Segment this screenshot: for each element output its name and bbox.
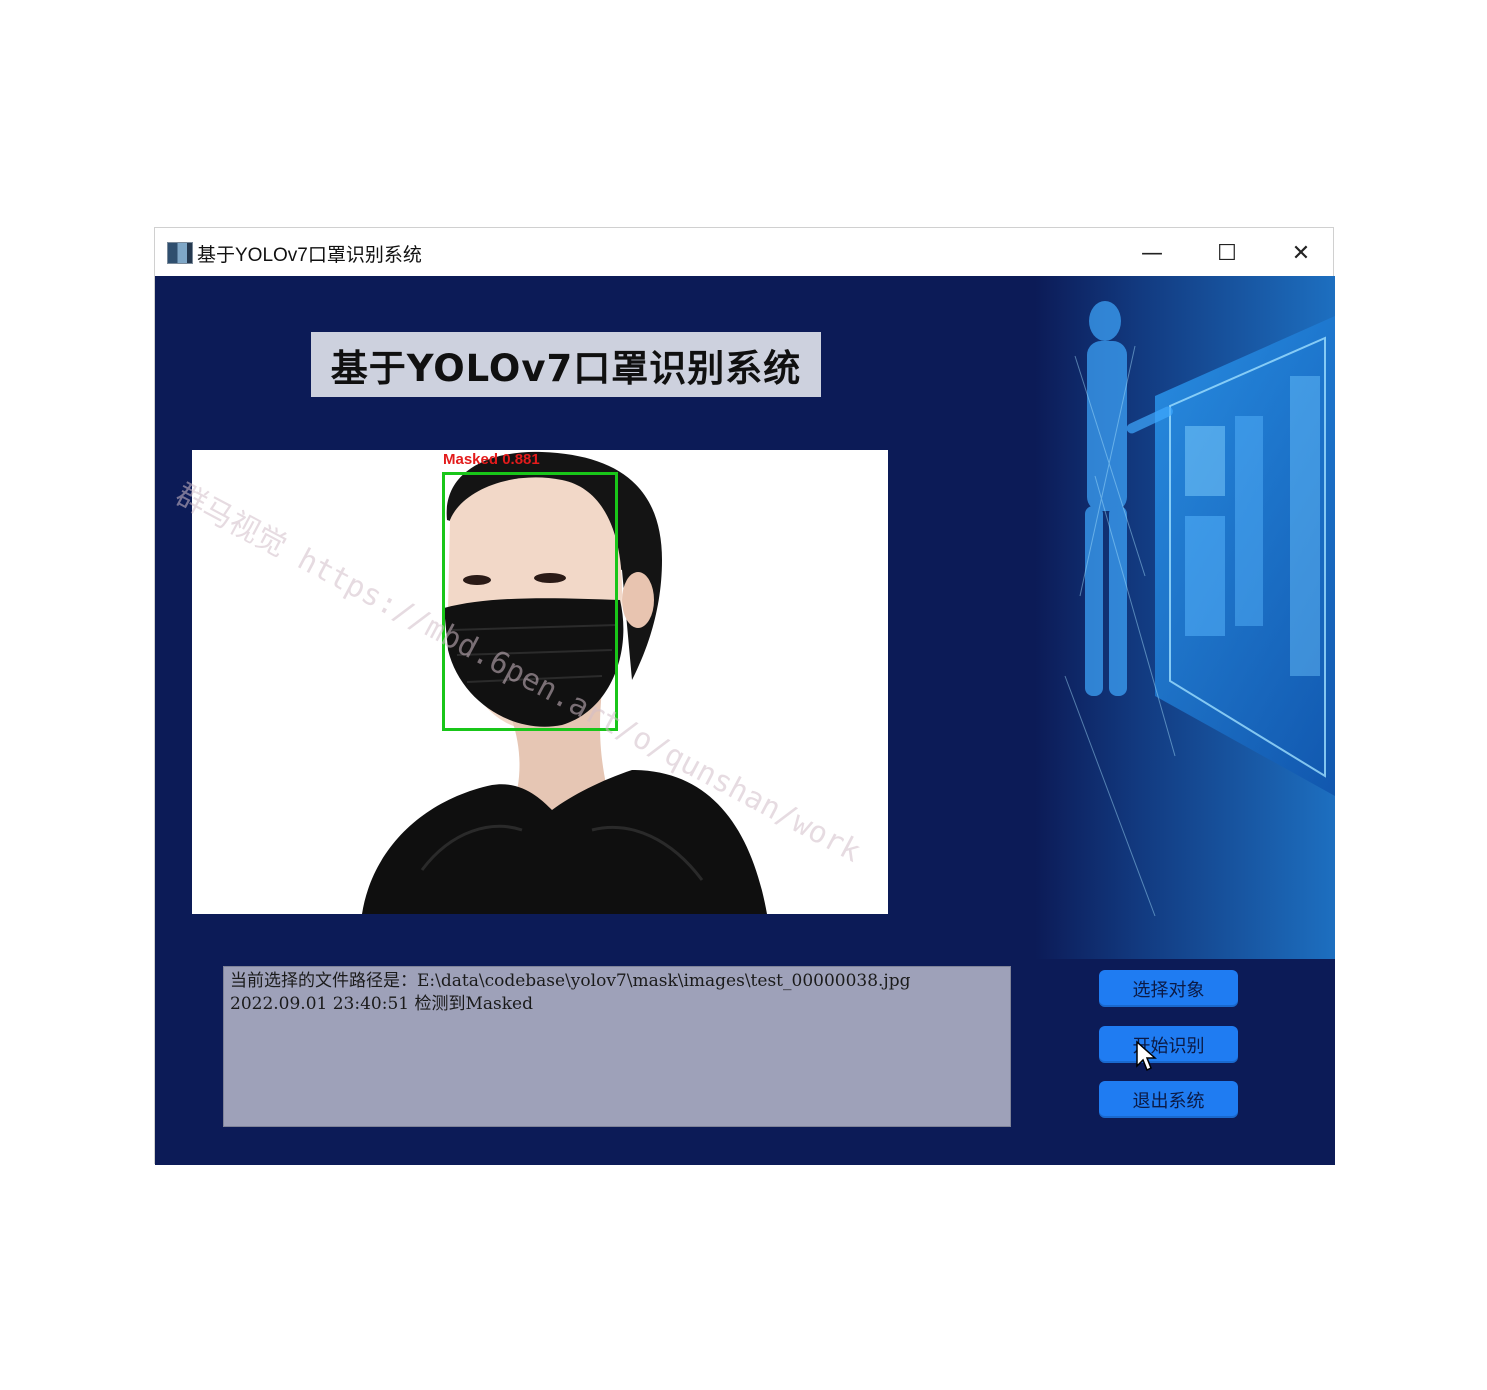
detection-image-pane: Masked 0.881 xyxy=(192,450,888,914)
mouse-cursor-icon xyxy=(1136,1040,1157,1072)
background-illustration xyxy=(1035,276,1335,959)
maximize-icon: ☐ xyxy=(1217,240,1237,266)
detection-label: Masked 0.881 xyxy=(443,451,540,468)
title-bar[interactable]: 基于YOLOv7口罩识别系统 — ☐ ✕ xyxy=(155,228,1333,276)
page-title: 基于YOLOv7口罩识别系统 xyxy=(330,346,802,390)
header-title-box: 基于YOLOv7口罩识别系统 xyxy=(311,332,821,397)
close-icon: ✕ xyxy=(1291,240,1311,266)
close-button[interactable]: ✕ xyxy=(1279,236,1323,270)
minimize-icon: — xyxy=(1141,240,1163,266)
log-line: 当前选择的文件路径是：E:\data\codebase\yolov7\mask\… xyxy=(230,971,911,991)
window-title: 基于YOLOv7口罩识别系统 xyxy=(197,245,422,266)
select-object-button[interactable]: 选择对象 xyxy=(1099,970,1238,1007)
minimize-button[interactable]: — xyxy=(1130,236,1174,270)
exit-system-button[interactable]: 退出系统 xyxy=(1099,1081,1238,1118)
start-recognition-button[interactable]: 开始识别 xyxy=(1099,1026,1238,1063)
app-icon xyxy=(167,242,193,264)
main-panel: 基于YOLOv7口罩识别系统 Masked 0.881 当前选择的文件路径是：E… xyxy=(155,276,1335,1165)
maximize-button[interactable]: ☐ xyxy=(1205,236,1249,270)
log-line: 2022.09.01 23:40:51 检测到Masked xyxy=(230,994,534,1014)
log-textbox[interactable]: 当前选择的文件路径是：E:\data\codebase\yolov7\mask\… xyxy=(223,966,1011,1127)
detection-bounding-box xyxy=(442,472,618,731)
app-window: 基于YOLOv7口罩识别系统 — ☐ ✕ 基于YOLOv7口罩识别系统 Mask… xyxy=(154,227,1335,1165)
